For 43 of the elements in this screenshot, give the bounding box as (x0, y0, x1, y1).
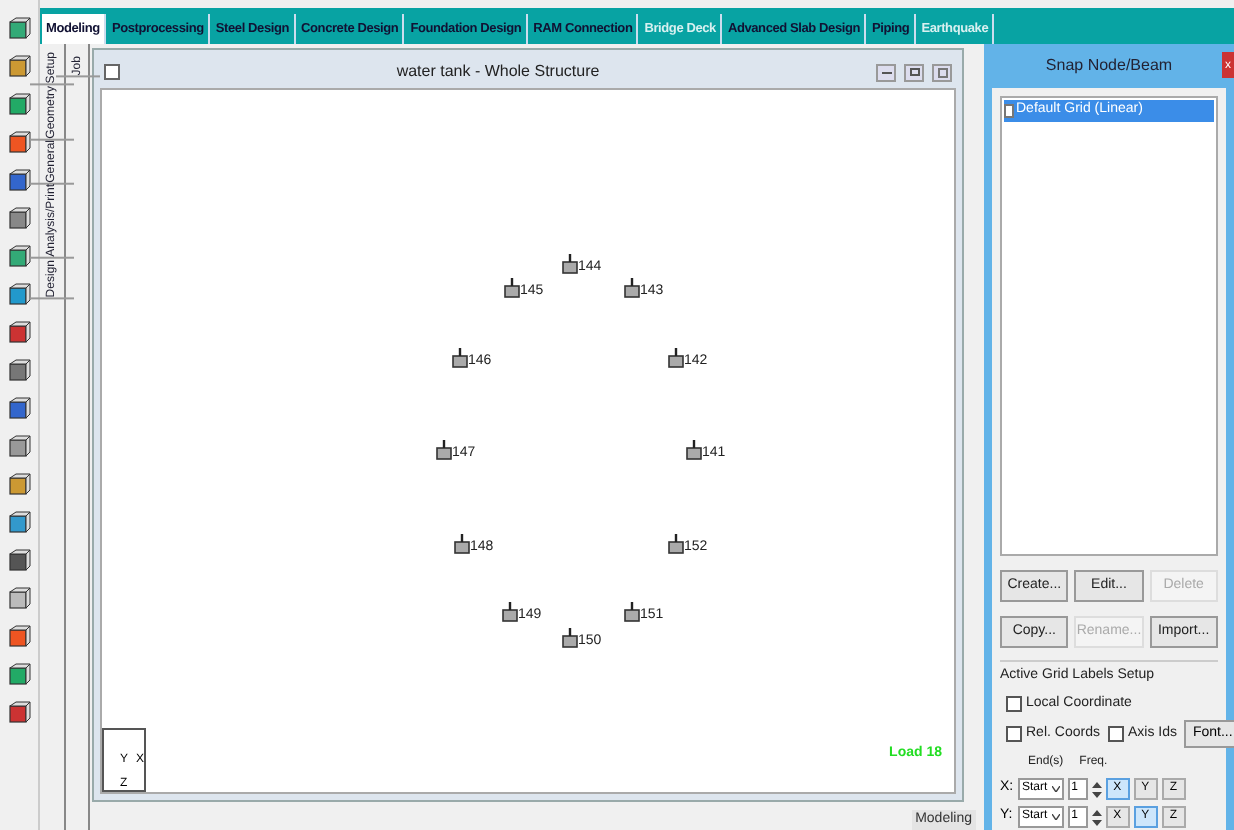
support-icon (668, 348, 684, 368)
support-icon (436, 440, 452, 460)
cube-icon[interactable] (7, 434, 31, 458)
checkbox[interactable] (1107, 726, 1124, 742)
support-icon (562, 254, 578, 274)
window-menu-icon[interactable] (104, 64, 120, 80)
minimize-button[interactable] (876, 63, 896, 81)
chevron-down-icon (1051, 786, 1060, 792)
cube-icon[interactable] (7, 396, 31, 420)
cube-icon[interactable] (7, 244, 31, 268)
support-icon (452, 348, 468, 368)
support-icon (502, 602, 518, 622)
cube-icon[interactable] (7, 586, 31, 610)
cube-icon[interactable] (7, 282, 31, 306)
cube-icon[interactable] (7, 16, 31, 40)
checkbox[interactable] (1004, 103, 1014, 118)
cube-icon[interactable] (7, 92, 31, 116)
checkbox[interactable] (1006, 726, 1022, 742)
cube-icon[interactable] (7, 510, 31, 534)
support-icon (562, 628, 578, 648)
cube-icon[interactable] (7, 54, 31, 78)
checkbox[interactable] (1006, 695, 1022, 712)
cube-icon[interactable] (7, 548, 31, 572)
support-icon (624, 602, 640, 622)
cube-icon[interactable] (7, 320, 31, 344)
panel-title: Snap Node/Beam (1043, 54, 1175, 78)
cube-icon[interactable] (7, 624, 31, 648)
support-icon (454, 534, 470, 554)
cube-icon[interactable] (7, 472, 31, 496)
support-icon (686, 440, 702, 460)
close-button[interactable] (932, 63, 952, 81)
restore-button[interactable] (904, 63, 924, 81)
cube-icon[interactable] (7, 358, 31, 382)
cube-icon[interactable] (7, 130, 31, 154)
support-icon (624, 278, 640, 298)
chevron-down-icon (1051, 814, 1060, 820)
cube-icon[interactable] (7, 662, 31, 686)
cube-icon[interactable] (7, 206, 31, 230)
cube-icon[interactable] (7, 700, 31, 724)
support-icon (668, 534, 684, 554)
support-icon (504, 278, 520, 298)
cube-icon[interactable] (7, 168, 31, 192)
window-title: water tank - Whole Structure (394, 60, 602, 84)
